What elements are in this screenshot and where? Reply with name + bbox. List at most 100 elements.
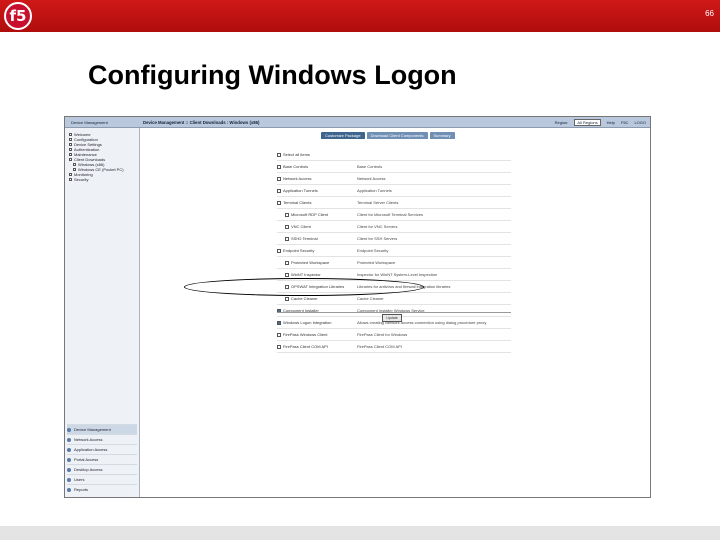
expand-icon xyxy=(69,178,72,181)
component-option[interactable]: Protected Workspace xyxy=(285,257,365,268)
component-option[interactable]: FirePass Client COM API xyxy=(277,341,357,352)
component-checkbox[interactable] xyxy=(277,248,281,253)
sidebar: Welcome Configuration Device Settings Au… xyxy=(65,128,140,497)
component-label: SSH2 Terminal xyxy=(291,236,318,241)
nav-users[interactable]: Users xyxy=(67,474,137,484)
component-description: Allows creating Network Access connectio… xyxy=(357,320,487,325)
component-description: Base Controls xyxy=(357,164,383,169)
component-label: WinNT Inspector xyxy=(291,272,321,277)
component-checkbox[interactable] xyxy=(277,176,281,181)
page-icon xyxy=(73,168,76,171)
nav-desktop-access[interactable]: Desktop Access xyxy=(67,464,137,474)
component-checkbox[interactable] xyxy=(285,272,289,277)
breadcrumb: Device Management :: Client Downloads : … xyxy=(143,120,260,125)
page-icon xyxy=(69,143,72,146)
component-row: SSH2 Terminal Client for SSH Servers xyxy=(277,233,511,245)
component-description: Client for VNC Servers xyxy=(357,224,398,229)
component-description: FirePass Client COM API xyxy=(357,344,402,349)
component-row: Microsoft RDP Client Client for Microsoft… xyxy=(277,209,511,221)
component-description: Client for SSH Servers xyxy=(357,236,398,241)
expand-icon xyxy=(69,138,72,141)
component-option[interactable]: Base Controls xyxy=(277,161,357,172)
nav-device-management[interactable]: Device Management xyxy=(67,424,137,434)
tab-summary[interactable]: Summary xyxy=(429,132,455,139)
component-option[interactable]: Microsoft RDP Client xyxy=(285,209,365,220)
component-option[interactable]: Select all items xyxy=(277,149,357,160)
update-button[interactable]: Update xyxy=(382,314,402,322)
help-link[interactable]: Help xyxy=(607,120,615,125)
component-row: Protected Workspace Protected Workspace xyxy=(277,257,511,269)
component-checkbox[interactable] xyxy=(277,332,281,337)
desktop-icon xyxy=(67,467,71,472)
tab-customize-package[interactable]: Customize Package xyxy=(321,132,365,139)
region-select[interactable]: All Regions xyxy=(574,119,601,126)
component-checkbox[interactable] xyxy=(277,164,281,169)
component-description: Client for Microsoft Terminal Services xyxy=(357,212,423,217)
tab-bar: Customize Package Download Client Compon… xyxy=(321,132,455,139)
network-icon xyxy=(67,437,71,442)
component-row: Base Controls Base Controls xyxy=(277,161,511,173)
component-label: Base Controls xyxy=(283,164,309,169)
component-option[interactable]: SSH2 Terminal xyxy=(285,233,365,244)
component-label: Application Tunnels xyxy=(283,188,318,193)
component-list: Select all items Base Controls Base Contro… xyxy=(277,149,511,353)
expand-icon xyxy=(69,173,72,176)
page-icon xyxy=(69,133,72,136)
component-checkbox[interactable] xyxy=(277,320,281,325)
highlight-ellipse xyxy=(184,278,424,296)
component-label: FirePass Windows Client xyxy=(283,332,328,337)
component-checkbox[interactable] xyxy=(277,344,281,349)
component-description: Endpoint Security xyxy=(357,248,389,253)
component-description: Terminal Server Clients xyxy=(357,200,399,205)
expand-icon xyxy=(69,153,72,156)
page-icon xyxy=(73,163,76,166)
component-row: Application Tunnels Application Tunnels xyxy=(277,185,511,197)
users-icon xyxy=(67,477,71,482)
component-checkbox[interactable] xyxy=(285,212,289,217)
nav-application-access[interactable]: Application Access xyxy=(67,444,137,454)
component-label: VNC Client xyxy=(291,224,311,229)
nav-network-access[interactable]: Network Access xyxy=(67,434,137,444)
device-icon xyxy=(67,427,71,432)
component-checkbox[interactable] xyxy=(277,152,281,157)
nav-reports[interactable]: Reports xyxy=(67,484,137,494)
component-option[interactable]: Endpoint Security xyxy=(277,245,357,256)
component-option[interactable]: Windows Logon Integration xyxy=(277,317,357,328)
admin-console-screenshot: Device Management Device Management :: C… xyxy=(64,116,651,498)
slide-header-bar: f5 66 xyxy=(0,0,720,32)
collapse-icon xyxy=(69,158,72,161)
application-icon xyxy=(67,447,71,452)
reports-icon xyxy=(67,487,71,492)
component-option[interactable]: Component Installer xyxy=(277,305,357,316)
tab-download-client-components[interactable]: Download Client Components xyxy=(366,132,428,139)
tree-item-security[interactable]: Security xyxy=(69,177,88,182)
component-checkbox[interactable] xyxy=(277,188,281,193)
component-checkbox[interactable] xyxy=(277,200,281,205)
component-label: Endpoint Security xyxy=(283,248,315,253)
console-section-title: Device Management xyxy=(71,120,108,125)
component-row: Network Access Network Access xyxy=(277,173,511,185)
component-label: Select all items xyxy=(283,152,310,157)
component-checkbox[interactable] xyxy=(285,236,289,241)
component-row: Terminal Clients Terminal Server Clients xyxy=(277,197,511,209)
f5c-link[interactable]: F5C xyxy=(621,120,629,125)
component-checkbox[interactable] xyxy=(285,296,289,301)
component-option[interactable]: Network Access xyxy=(277,173,357,184)
component-description: Inspector for WinNT System-Level Inspect… xyxy=(357,272,438,277)
nav-portal-access[interactable]: Portal Access xyxy=(67,454,137,464)
logout-link[interactable]: LOGO xyxy=(634,120,646,125)
component-row: Select all items xyxy=(277,149,511,161)
component-checkbox[interactable] xyxy=(285,224,289,229)
component-option[interactable]: FirePass Windows Client xyxy=(277,329,357,340)
component-row: FirePass Client COM API FirePass Client C… xyxy=(277,341,511,353)
component-option[interactable]: Terminal Clients xyxy=(277,197,357,208)
slide-title: Configuring Windows Logon xyxy=(88,60,457,90)
component-description: Network Access xyxy=(357,176,386,181)
component-option[interactable]: Application Tunnels xyxy=(277,185,357,196)
portal-icon xyxy=(67,457,71,462)
component-row: VNC Client Client for VNC Servers xyxy=(277,221,511,233)
slide-footer-bar xyxy=(0,526,720,540)
component-checkbox[interactable] xyxy=(285,260,289,265)
component-option[interactable]: VNC Client xyxy=(285,221,365,232)
header-tools: Region: All Regions Help F5C LOGO xyxy=(555,119,646,126)
